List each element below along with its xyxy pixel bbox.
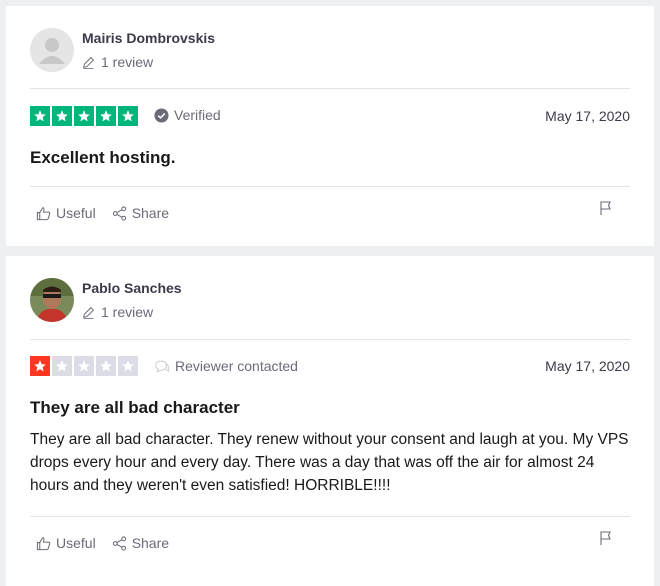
star-icon [96, 106, 116, 126]
reviewer-name[interactable]: Mairis Dombrovskis [82, 30, 215, 46]
review-count: 1 review [82, 54, 153, 70]
review-actions: Useful Share [36, 205, 169, 221]
star-rating [30, 356, 138, 376]
thumbs-up-icon [36, 536, 51, 550]
star-icon [74, 106, 94, 126]
review-date: May 17, 2020 [545, 108, 630, 124]
useful-label: Useful [56, 535, 96, 551]
star-icon [30, 356, 50, 376]
avatar[interactable] [30, 28, 74, 72]
star-icon [118, 106, 138, 126]
reviewer-name[interactable]: Pablo Sanches [82, 280, 182, 296]
star-rating [30, 106, 138, 126]
divider [30, 516, 630, 517]
review-date: May 17, 2020 [545, 358, 630, 374]
review-count: 1 review [82, 304, 153, 320]
useful-button[interactable]: Useful [36, 205, 96, 221]
review-count-label: 1 review [101, 304, 154, 320]
share-icon [112, 205, 126, 221]
share-label: Share [131, 205, 170, 221]
reviewer-contacted-badge[interactable]: Reviewer contacted [154, 358, 298, 374]
thumbs-up-icon [36, 206, 51, 220]
check-circle-icon [154, 107, 169, 123]
share-label: Share [131, 535, 170, 551]
review-body: They are all bad character. They renew w… [30, 431, 629, 494]
divider [30, 186, 630, 187]
star-icon [52, 106, 72, 126]
review-card: Mairis Dombrovskis 1 review Verified May… [6, 6, 654, 246]
share-icon [112, 535, 126, 551]
pencil-icon [82, 56, 95, 69]
flag-icon[interactable] [598, 200, 614, 216]
share-button[interactable]: Share [112, 535, 169, 551]
chat-bubble-icon [155, 360, 170, 373]
review-count-label: 1 review [101, 54, 154, 70]
verified-badge[interactable]: Verified [154, 107, 221, 123]
star-icon [52, 356, 72, 376]
share-button[interactable]: Share [112, 205, 169, 221]
star-icon [118, 356, 138, 376]
star-icon [30, 106, 50, 126]
review-title[interactable]: They are all bad character [30, 398, 240, 418]
avatar[interactable] [30, 278, 74, 322]
pencil-icon [82, 306, 95, 319]
star-icon [96, 356, 116, 376]
badge-label: Verified [174, 107, 221, 123]
star-icon [74, 356, 94, 376]
flag-icon[interactable] [598, 530, 614, 546]
divider [30, 88, 630, 89]
review-actions: Useful Share [36, 535, 169, 551]
divider [30, 339, 630, 340]
useful-label: Useful [56, 205, 96, 221]
review-title[interactable]: Excellent hosting. [30, 148, 175, 168]
useful-button[interactable]: Useful [36, 535, 96, 551]
review-card: Pablo Sanches 1 review Reviewer contacte… [6, 256, 654, 586]
badge-label: Reviewer contacted [175, 358, 298, 374]
